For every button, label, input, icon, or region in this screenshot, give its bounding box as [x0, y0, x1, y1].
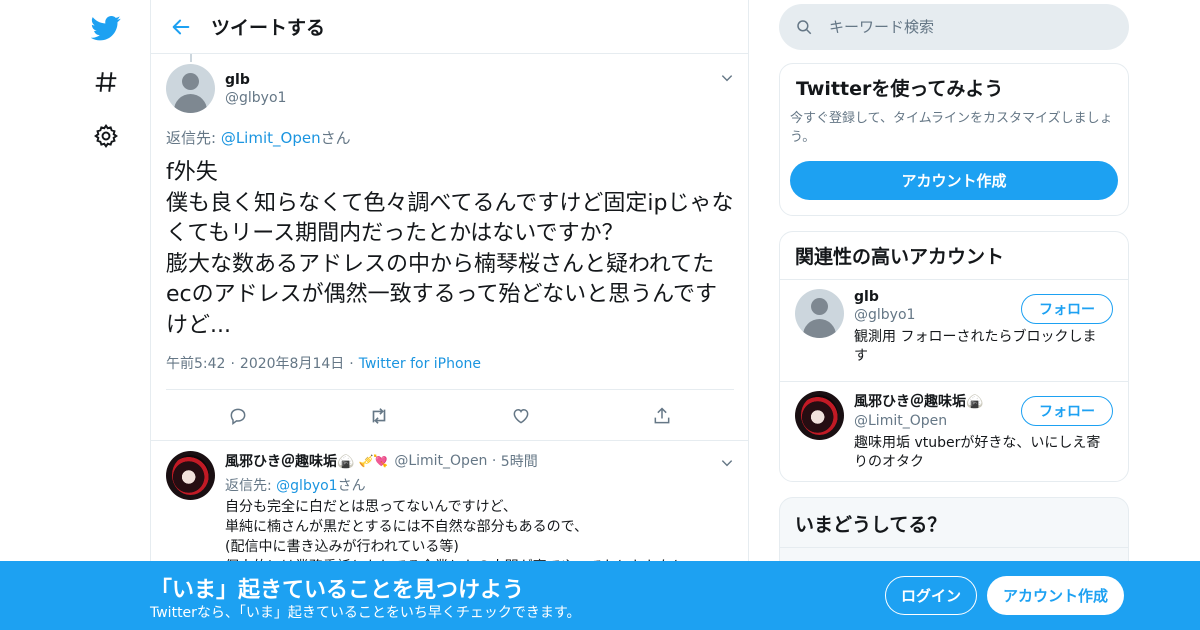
- follow-button[interactable]: フォロー: [1021, 396, 1113, 426]
- account-bio: 趣味用垢 vtuberが好きな、いにしえ寄りのオタク: [854, 435, 1101, 470]
- tweet-text: f外失 僕も良く知らなくて色々調べてるんですけど固定ipじゃなくてもリース期間内…: [166, 160, 734, 338]
- twitter-bird-icon[interactable]: [88, 10, 124, 46]
- create-account-button[interactable]: アカウント作成: [790, 161, 1118, 200]
- bottom-banner: 「いま」起きていることを見つけよう Twitterなら、「いま」起きていることを…: [0, 561, 1200, 630]
- tweet-date[interactable]: 2020年8月14日: [240, 356, 344, 372]
- tweet-meta: 午前5:42 · 2020年8月14日 · Twitter for iPhone: [166, 353, 734, 373]
- tweet-time[interactable]: 午前5:42: [166, 356, 225, 372]
- card-description: 今すぐ登録して、タイムラインをカスタマイズしましょう。: [790, 111, 1113, 145]
- hashtag-icon[interactable]: [88, 64, 124, 100]
- tweet-author[interactable]: glb @glbyo1: [166, 64, 734, 113]
- reply-to-label: 返信先:: [166, 129, 221, 147]
- chevron-down-icon[interactable]: [720, 455, 734, 474]
- reply-to-line: 返信先: @Limit_Openさん: [166, 127, 734, 148]
- reply-header: 風邪ひき＠趣味垢🍙 🎺💘 @Limit_Open · 5時間: [225, 451, 734, 471]
- tweet-source[interactable]: Twitter for iPhone: [359, 356, 481, 372]
- reply-to-suffix: さん: [337, 478, 366, 494]
- banner-subtitle: Twitterなら、「いま」起きていることをいち早くチェックできます。: [150, 605, 581, 621]
- card-title: 関連性の高いアカウント: [780, 232, 1128, 280]
- login-button[interactable]: ログイン: [885, 576, 977, 615]
- page-title: ツイートする: [211, 17, 326, 39]
- search-icon: [779, 18, 829, 36]
- tweet-time[interactable]: 5時間: [501, 451, 538, 471]
- gear-icon[interactable]: [88, 118, 124, 154]
- share-icon[interactable]: [650, 404, 674, 428]
- page-header: ツイートする: [151, 0, 748, 54]
- reply-tweet[interactable]: 風邪ひき＠趣味垢🍙 🎺💘 @Limit_Open · 5時間 返信先: @glb…: [151, 440, 748, 577]
- author-name[interactable]: 風邪ひき＠趣味垢🍙: [225, 451, 354, 471]
- signup-card: Twitterを使ってみよう 今すぐ登録して、タイムラインをカスタマイズしましょ…: [779, 63, 1129, 216]
- reply-to-line: 返信先: @glbyo1さん: [225, 475, 734, 495]
- account-item[interactable]: 風邪ひき＠趣味垢🍙 @Limit_Open 趣味用垢 vtuberが好きな、いに…: [780, 382, 1128, 481]
- reply-to-label: 返信先:: [225, 478, 277, 494]
- name-emoji: 🎺💘: [358, 454, 389, 468]
- avatar[interactable]: [795, 289, 844, 338]
- author-handle[interactable]: @glbyo1: [225, 90, 286, 106]
- reply-icon[interactable]: [226, 404, 250, 428]
- chevron-down-icon[interactable]: [720, 70, 734, 89]
- heart-icon[interactable]: [509, 404, 533, 428]
- focused-tweet: glb @glbyo1 返信先: @Limit_Openさん f外失 僕も良く知…: [151, 54, 748, 440]
- author-handle[interactable]: @Limit_Open: [394, 453, 487, 469]
- banner-title: 「いま」起きていることを見つけよう: [150, 578, 525, 603]
- meta-separator: ·: [487, 453, 501, 469]
- follow-button[interactable]: フォロー: [1021, 294, 1113, 324]
- avatar[interactable]: [795, 391, 844, 440]
- card-title: Twitterを使ってみよう: [796, 78, 1004, 100]
- arrow-left-icon: [172, 19, 190, 34]
- tweet-actions: [166, 390, 734, 440]
- card-title: いまどうしてる？: [795, 514, 947, 536]
- search-input[interactable]: [829, 18, 1089, 36]
- retweet-icon[interactable]: [367, 404, 391, 428]
- reply-to-suffix: さん: [320, 129, 351, 147]
- author-name[interactable]: glb: [225, 72, 286, 88]
- page: ツイートする glb @glbyo1 返信先: @Limit_Openさん f外…: [0, 0, 1200, 630]
- reply-to-handle[interactable]: @Limit_Open: [221, 129, 321, 147]
- avatar[interactable]: [166, 451, 215, 500]
- search-bar[interactable]: [779, 4, 1129, 50]
- meta-separator: ·: [230, 356, 235, 372]
- create-account-button[interactable]: アカウント作成: [987, 576, 1124, 615]
- avatar[interactable]: [166, 64, 215, 113]
- related-accounts-card: 関連性の高いアカウント glb @glbyo1 観測用 フォローされたらブロック…: [779, 231, 1129, 482]
- back-button[interactable]: [151, 0, 211, 54]
- account-item[interactable]: glb @glbyo1 観測用 フォローされたらブロックします フォロー: [780, 280, 1128, 382]
- main-column: ツイートする glb @glbyo1 返信先: @Limit_Openさん f外…: [150, 0, 749, 630]
- account-bio: 観測用 フォローされたらブロックします: [854, 329, 1097, 364]
- reply-to-handle[interactable]: @glbyo1: [276, 478, 337, 494]
- meta-separator: ·: [349, 356, 354, 372]
